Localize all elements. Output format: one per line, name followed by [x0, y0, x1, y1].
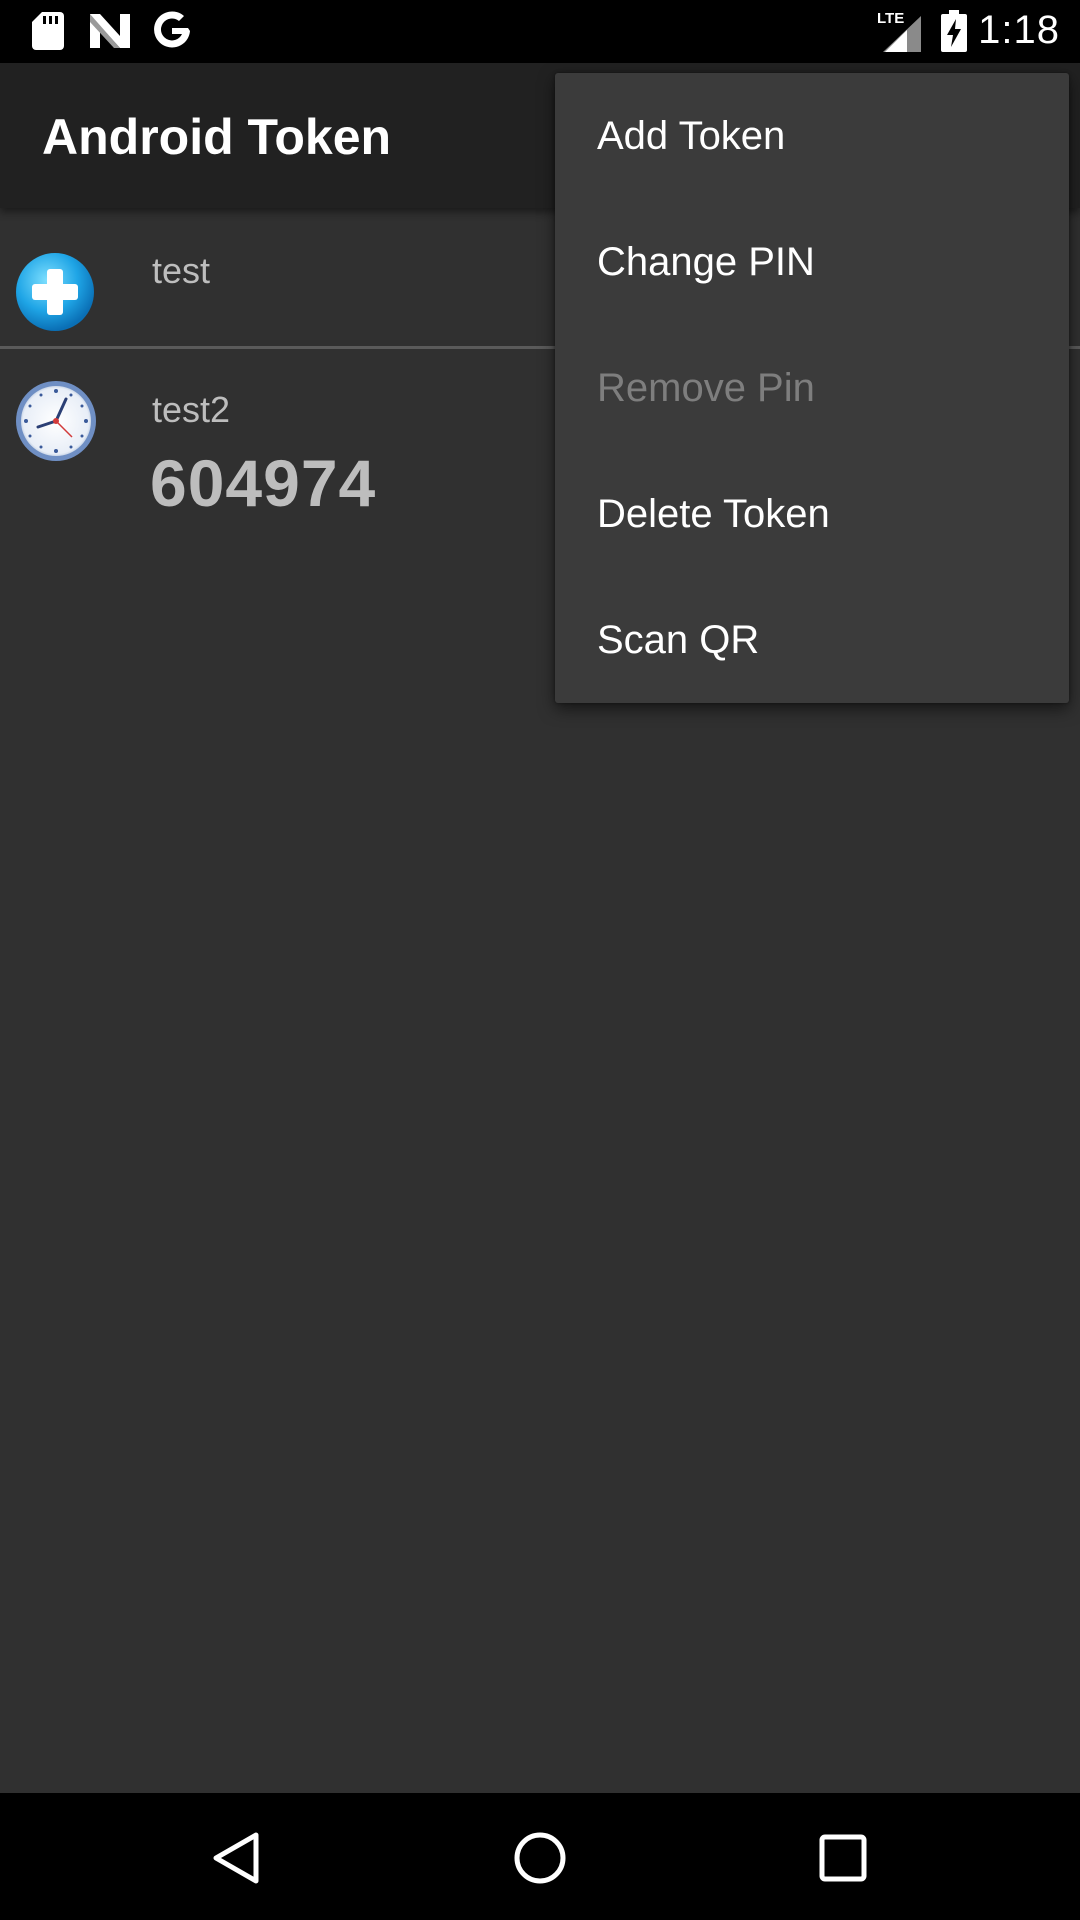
home-icon[interactable] [505, 1823, 575, 1893]
overflow-menu: Add Token Change PIN Remove Pin Delete T… [555, 73, 1069, 703]
menu-item-scan-qr[interactable]: Scan QR [555, 577, 1069, 703]
menu-item-add-token[interactable]: Add Token [555, 73, 1069, 199]
menu-item-delete-token[interactable]: Delete Token [555, 451, 1069, 577]
token-code: 604974 [150, 446, 377, 520]
app-title: Android Token [42, 109, 392, 165]
token-name: test [152, 250, 211, 291]
recents-icon[interactable] [808, 1823, 878, 1893]
google-icon [154, 11, 190, 48]
back-icon[interactable] [202, 1823, 272, 1893]
sd-card-icon [32, 12, 64, 50]
time-token-icon [16, 381, 96, 461]
lte-signal-icon: LTE [877, 10, 921, 52]
token-name: test2 [152, 389, 231, 430]
menu-item-remove-pin: Remove Pin [597, 365, 815, 410]
menu-item-change-pin[interactable]: Change PIN [555, 199, 1069, 325]
status-clock: 1:18 [978, 8, 1060, 52]
battery-charging-icon [941, 10, 967, 52]
navigation-bar [0, 1793, 1080, 1920]
event-token-icon [16, 253, 94, 331]
n-notification-icon [90, 14, 130, 48]
status-bar: LTE 1:18 [0, 0, 1080, 63]
